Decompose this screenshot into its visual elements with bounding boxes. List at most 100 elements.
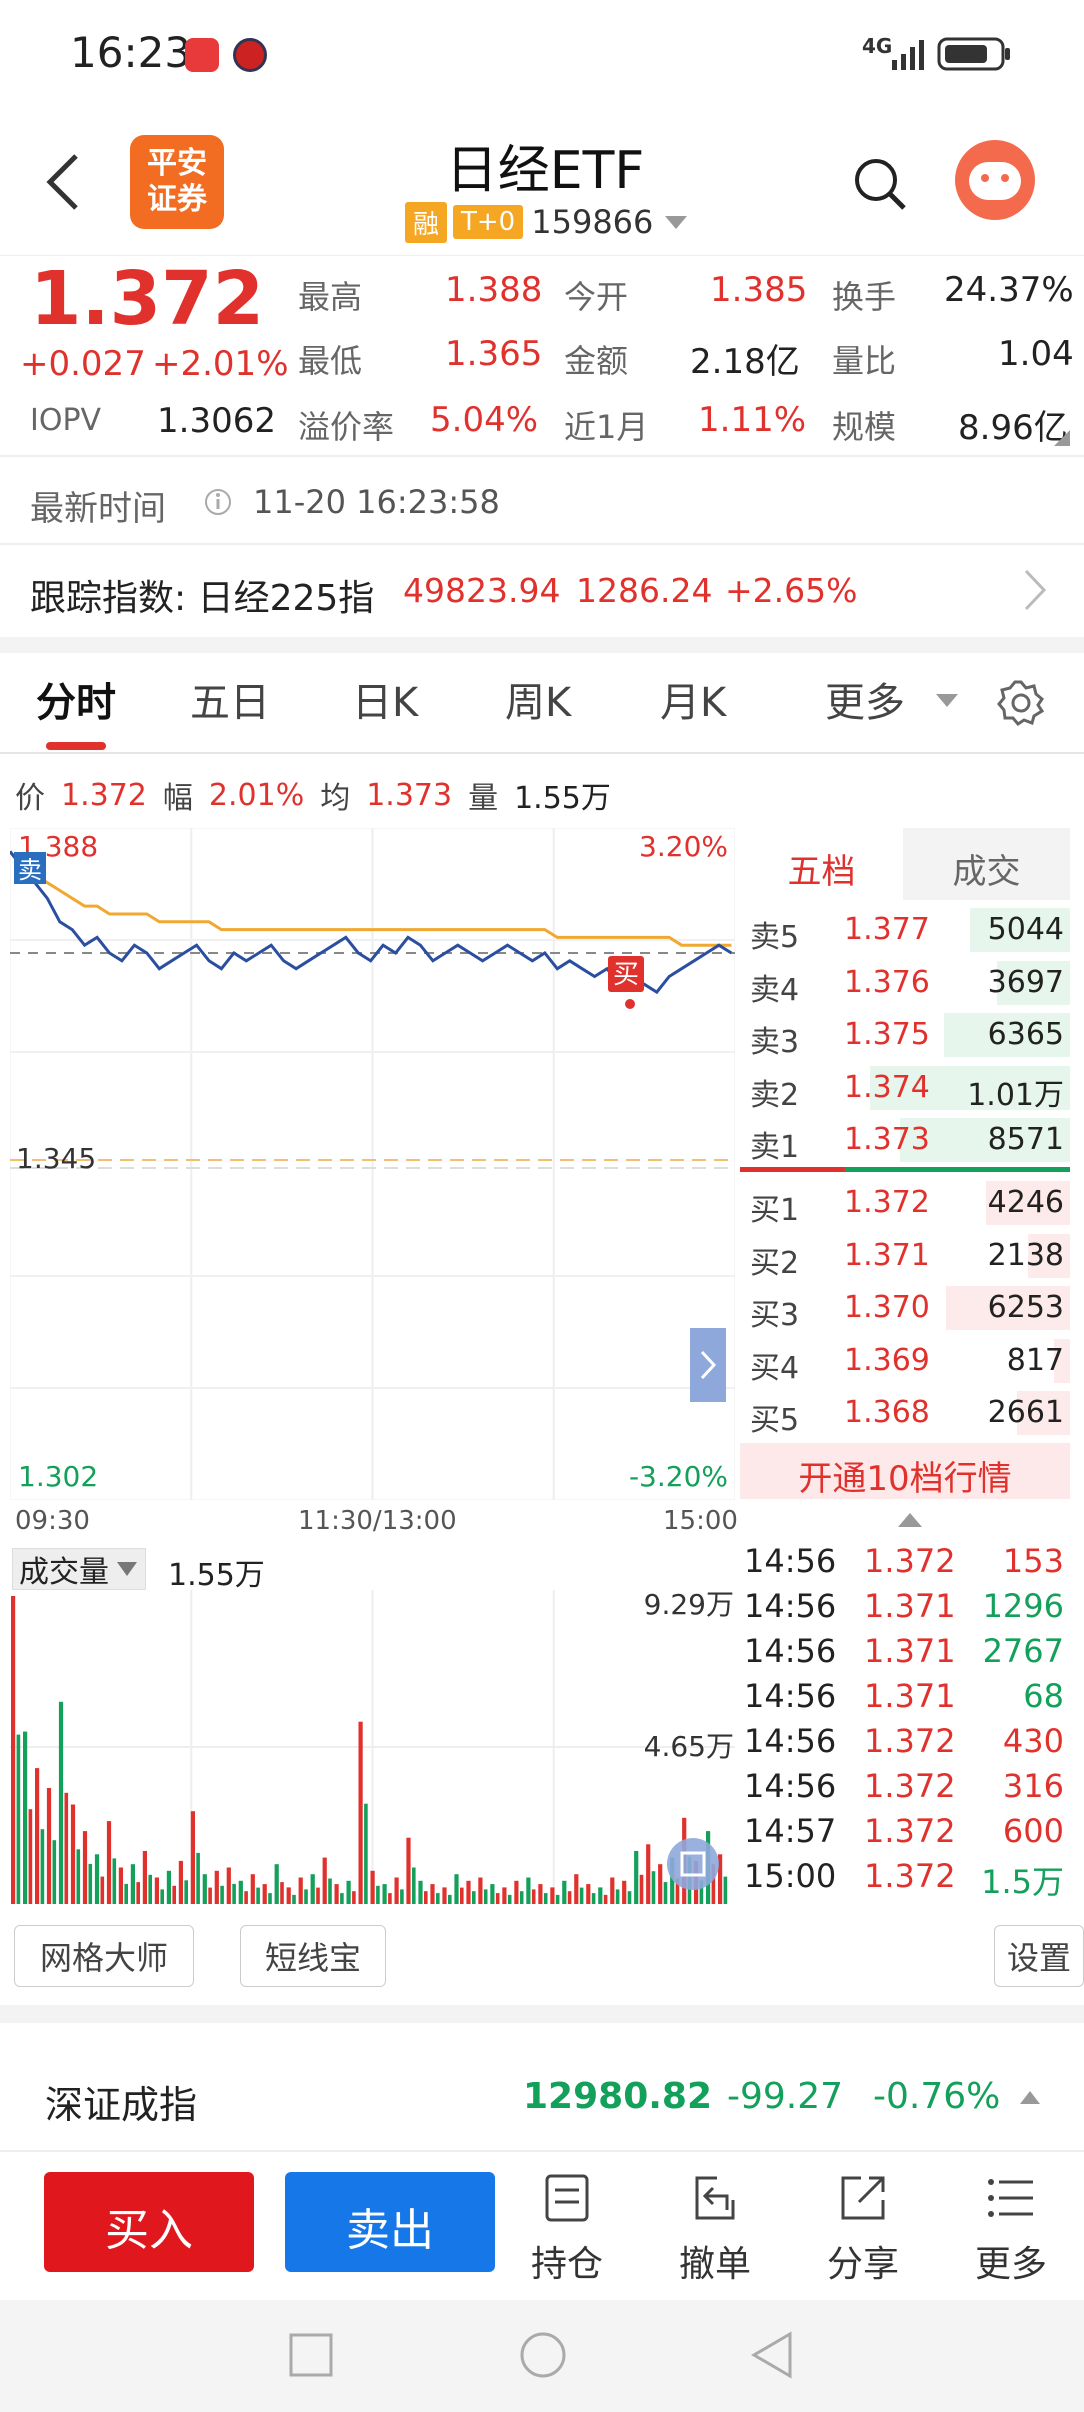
home-icon[interactable]	[518, 2330, 568, 2380]
volume-selector[interactable]: 成交量	[12, 1548, 146, 1590]
chart-settings-button[interactable]: 设置	[994, 1925, 1084, 1987]
volume-bar	[442, 1887, 447, 1904]
volume-bar	[11, 1596, 16, 1904]
expand-panel-handle[interactable]	[690, 1328, 726, 1402]
orderbook-tabs: 五档 成交	[740, 828, 1070, 900]
sell-level-row[interactable]: 卖4 1.376 3697	[740, 957, 1070, 1009]
high-label: 最高	[298, 278, 363, 316]
buy-level-row[interactable]: 买1 1.372 4246	[740, 1177, 1070, 1229]
sell-button[interactable]: 卖出	[285, 2172, 495, 2272]
volume-bar	[460, 1887, 464, 1904]
cancel-order-icon	[695, 2176, 735, 2220]
index-change: -99.27	[727, 2076, 844, 2117]
scroll-up-icon[interactable]	[895, 1510, 925, 1530]
buy-level-row[interactable]: 买2 1.371 2138	[740, 1230, 1070, 1282]
volume-bar	[136, 1882, 140, 1904]
index-expand-icon[interactable]	[1018, 2088, 1042, 2108]
tracking-change-pct: +2.65%	[725, 571, 858, 610]
summary-avg: 1.373	[366, 777, 453, 813]
volume-bar	[94, 1854, 100, 1904]
volume-bar	[256, 1887, 260, 1904]
volume-chart[interactable]: 9.29万 4.65万	[10, 1590, 735, 1904]
tab-more[interactable]: 更多	[825, 670, 905, 728]
code-dropdown-icon[interactable]	[661, 212, 691, 232]
tab-minute[interactable]: 分时	[36, 670, 116, 728]
tab-week-k[interactable]: 周K	[505, 670, 571, 728]
chevron-right-icon[interactable]	[1020, 567, 1050, 613]
info-icon[interactable]	[203, 487, 233, 517]
volume-bar	[579, 1887, 584, 1904]
index-name: 深证成指	[45, 2083, 198, 2127]
volume-bar	[394, 1877, 399, 1904]
sell-level-row[interactable]: 卖5 1.377 5044	[740, 904, 1070, 956]
tracking-index-row[interactable]: 跟踪指数: 日经225指 49823.94 1286.24 +2.65%	[0, 545, 1084, 637]
vol-max-label: 9.29万	[644, 1590, 734, 1621]
fullscreen-button[interactable]	[667, 1838, 719, 1890]
buy-level-volume: 6253	[987, 1290, 1064, 1325]
grid-master-button[interactable]: 网格大师	[14, 1925, 194, 1987]
tick-price: 1.371	[864, 1587, 956, 1625]
index-change-pct: -0.76%	[873, 2076, 1001, 2117]
sell-level-price: 1.376	[844, 964, 930, 1000]
volume-bar	[436, 1893, 440, 1904]
price-change-pct: +2.01%	[152, 344, 289, 384]
short-line-button[interactable]: 短线宝	[240, 1925, 386, 1987]
back-nav-icon[interactable]	[748, 2330, 796, 2380]
tab-more-caret-icon[interactable]	[932, 690, 962, 710]
tab-month-k[interactable]: 月K	[660, 670, 726, 728]
volume-bars	[11, 1596, 728, 1904]
volume-bar	[603, 1894, 608, 1904]
sell-marker[interactable]: 卖	[18, 856, 42, 884]
upgrade-10-level-button[interactable]: 开通10档行情	[740, 1443, 1070, 1499]
buy-marker[interactable]: 买	[613, 960, 639, 990]
buy-level-row[interactable]: 买5 1.368 2661	[740, 1387, 1070, 1439]
high-value: 1.388	[445, 270, 543, 310]
volume-bar	[232, 1883, 236, 1904]
tick-price: 1.372	[864, 1542, 956, 1580]
volume-bar	[35, 1768, 40, 1904]
buy-level-label: 买2	[750, 1245, 800, 1281]
recent-apps-icon[interactable]	[288, 2332, 334, 2378]
volume-bar	[531, 1889, 536, 1904]
tab-day-k[interactable]: 日K	[352, 670, 418, 728]
buy-level-row[interactable]: 买3 1.370 6253	[740, 1282, 1070, 1334]
more-nav[interactable]: 更多	[951, 2170, 1071, 2287]
sell-level-label: 卖4	[750, 972, 800, 1008]
assistant-avatar-icon[interactable]	[955, 140, 1035, 220]
volume-bar	[220, 1885, 224, 1904]
volume-bar	[40, 1829, 45, 1904]
tab-five-day[interactable]: 五日	[190, 670, 270, 728]
buy-level-row[interactable]: 买4 1.369 817	[740, 1335, 1070, 1387]
summary-vol: 1.55万	[514, 781, 611, 816]
expand-corner-icon[interactable]	[1052, 428, 1072, 448]
tick-price: 1.372	[864, 1857, 956, 1895]
volume-bar	[376, 1885, 380, 1904]
sell-level-row[interactable]: 卖2 1.374 1.01万	[740, 1062, 1070, 1114]
volume-bar	[627, 1891, 632, 1904]
back-icon[interactable]	[42, 150, 82, 214]
tab-five-level[interactable]: 五档	[740, 828, 903, 900]
sell-level-row[interactable]: 卖3 1.375 6365	[740, 1009, 1070, 1061]
volume-bar	[562, 1880, 567, 1904]
volume-bar	[214, 1870, 219, 1904]
buy-button[interactable]: 买入	[44, 2172, 254, 2272]
index-ticker-bar[interactable]: 深证成指 12980.82 -99.27 -0.76%	[0, 2050, 1084, 2150]
time-end: 15:00	[663, 1506, 738, 1536]
gear-icon[interactable]	[996, 678, 1046, 728]
volume-bar	[64, 1792, 69, 1904]
turnover-value: 24.37%	[944, 270, 1074, 310]
share-nav[interactable]: 分享	[803, 2170, 923, 2287]
intraday-chart[interactable]: 1.388 1.345 1.302 3.20% -3.20% 卖 买	[10, 828, 735, 1500]
sell-level-row[interactable]: 卖1 1.373 8571	[740, 1114, 1070, 1166]
update-label: 最新时间	[30, 489, 166, 529]
position-nav[interactable]: 持仓	[507, 2170, 627, 2287]
volume-bar	[543, 1893, 548, 1904]
search-icon[interactable]	[850, 154, 910, 214]
volume-bar	[400, 1889, 404, 1904]
time-start: 09:30	[15, 1506, 90, 1536]
tick-time: 14:56	[744, 1767, 837, 1805]
cancel-order-nav[interactable]: 撤单	[655, 2170, 775, 2287]
tab-trades[interactable]: 成交	[903, 828, 1070, 900]
volume-bar	[184, 1880, 188, 1904]
y-label-mid: 1.345	[16, 1142, 96, 1175]
